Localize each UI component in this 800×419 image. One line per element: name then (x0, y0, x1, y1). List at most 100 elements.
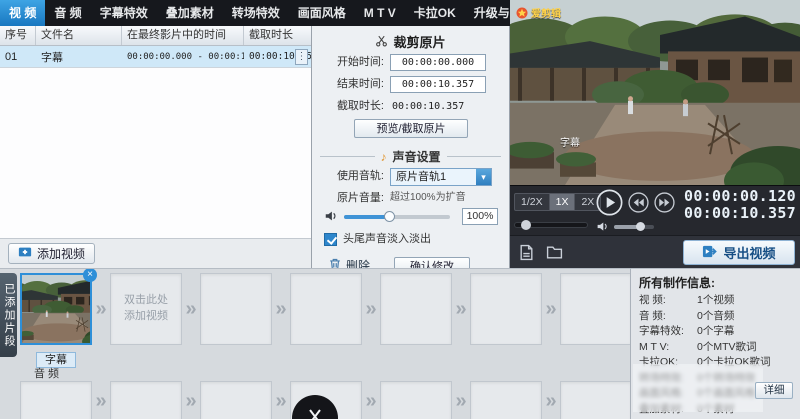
empty-clip-slot[interactable] (200, 273, 272, 345)
capture-duration-value: 00:00:10.357 (392, 101, 465, 112)
chevron-right-icon: » (95, 298, 107, 320)
empty-clip-slot[interactable] (290, 273, 362, 345)
tab-subtitle-effects[interactable]: 字幕特效 (91, 0, 157, 26)
preview-capture-button[interactable]: 预览/截取原片 (354, 119, 468, 138)
save-project-icon[interactable] (518, 244, 535, 261)
tab-picture-style[interactable]: 画面风格 (289, 0, 355, 26)
add-video-button[interactable]: 添加视频 (8, 243, 96, 264)
info-row-video: 视 频: 1个视频 (639, 294, 735, 306)
end-time-label: 结束时间: (336, 78, 384, 90)
timeline-clip-thumbnail[interactable]: × (20, 269, 97, 345)
detail-button[interactable]: 详细 (755, 382, 793, 399)
subtitle-overlay: 字幕 (560, 138, 580, 149)
fade-row: 头尾声音淡入淡出 (312, 232, 509, 250)
add-video-strip: 添加视频 (0, 238, 311, 268)
close-icon[interactable]: × (83, 269, 97, 282)
empty-clip-slot[interactable] (380, 273, 452, 345)
info-row-subtitle: 字幕特效: 0个字幕 (639, 325, 735, 337)
app-logo: 爱剪辑 (516, 5, 561, 20)
tab-mtv[interactable]: M T V (355, 0, 405, 26)
timeline-panel: 已添加片段 × » 双击此处添加视频 » » » » » 字幕 音 频 » » … (0, 268, 630, 419)
capture-duration-label: 截取时长: (336, 100, 384, 112)
player-volume-handle[interactable] (636, 222, 646, 231)
speed-half-button[interactable]: 1/2X (514, 193, 550, 211)
play-button[interactable] (596, 189, 623, 221)
volume-percent-box[interactable]: 100% (462, 208, 498, 225)
video-track: × » 双击此处添加视频 » » » » » (20, 269, 630, 345)
speed-1x-button[interactable]: 1X (549, 193, 576, 211)
empty-audio-slot[interactable] (380, 381, 452, 419)
volume-slider-fill (344, 215, 387, 219)
chevron-right-icon: » (365, 390, 377, 412)
end-time-row: 结束时间: 00:00:10.357 (312, 76, 509, 94)
export-bar: 导出视频 (510, 235, 800, 268)
audio-track-value: 原片音轨1 (391, 169, 476, 185)
header-duration: 截取时长 (249, 29, 293, 41)
fade-checkbox[interactable] (324, 233, 337, 246)
crop-title-text: 裁剪原片 (393, 35, 446, 50)
main-menu-bar: 视 频 音 频 字幕特效 叠加素材 转场特效 画面风格 M T V 卡拉OK 升… (0, 0, 534, 26)
video-frame (510, 0, 800, 185)
fast-forward-button[interactable] (654, 192, 675, 218)
tab-karaoke[interactable]: 卡拉OK (405, 0, 465, 26)
music-note-icon: ♪ (380, 149, 387, 164)
add-clip-placeholder[interactable]: 双击此处添加视频 (110, 273, 182, 345)
sound-settings-divider: ♪ 声音设置 (320, 148, 501, 165)
info-row-mtv: M T V: 0个MTV歌词 (639, 340, 757, 353)
chevron-down-icon[interactable]: ▾ (476, 169, 491, 185)
start-time-input[interactable]: 00:00:00.000 (390, 54, 486, 71)
seek-handle[interactable] (520, 220, 531, 230)
player-volume-fill (614, 225, 638, 229)
tab-video[interactable]: 视 频 (0, 0, 46, 26)
chevron-right-icon: » (455, 298, 467, 320)
volume-slider-handle[interactable] (384, 211, 396, 222)
export-video-button[interactable]: 导出视频 (683, 240, 795, 265)
empty-audio-slot[interactable] (200, 381, 272, 419)
open-project-icon[interactable] (546, 244, 563, 261)
chevron-right-icon: » (185, 390, 197, 412)
start-time-row: 开始时间: 00:00:00.000 (312, 54, 509, 72)
volume-slider-row: 100% (312, 208, 509, 226)
audio-track-row: 使用音轨: 原片音轨1 ▾ (312, 168, 509, 186)
seek-bar[interactable] (514, 220, 588, 230)
current-time: 00:00:00.120 (684, 187, 796, 205)
time-display: 00:00:00.120 00:00:10.357 (684, 188, 796, 222)
audio-track-select[interactable]: 原片音轨1 ▾ (390, 168, 492, 186)
chevron-right-icon: » (275, 298, 287, 320)
row-menu-button[interactable]: ⋮ (295, 49, 308, 65)
add-video-icon (18, 245, 32, 262)
sound-settings-title: 声音设置 (392, 150, 441, 164)
empty-clip-slot[interactable] (560, 273, 630, 345)
rewind-button[interactable] (628, 192, 649, 218)
app-logo-icon (516, 7, 528, 19)
player-bar: 1/2X 1X 2X 00:00:00.120 00:00:10.357 (510, 185, 800, 235)
chevron-right-icon: » (545, 298, 557, 320)
tab-added-clips[interactable]: 已添加片段 (0, 273, 17, 357)
audio-track-section-label: 音 频 (34, 368, 60, 380)
header-filename: 文件名 (36, 26, 122, 45)
tab-audio[interactable]: 音 频 (45, 0, 90, 26)
empty-audio-slot[interactable] (110, 381, 182, 419)
tab-overlay-material[interactable]: 叠加素材 (157, 0, 223, 26)
capture-duration-row: 截取时长: 00:00:10.357 (312, 98, 509, 116)
empty-audio-slot[interactable] (20, 381, 92, 419)
empty-audio-slot[interactable] (560, 381, 630, 419)
chevron-right-icon: » (185, 298, 197, 320)
watermark-blur-overlay (633, 364, 763, 412)
tab-transition-effects[interactable]: 转场特效 (223, 0, 289, 26)
chevron-right-icon: » (95, 390, 107, 412)
speed-buttons: 1/2X 1X 2X (514, 193, 602, 211)
volume-slider[interactable] (344, 211, 450, 222)
placeholder-text: 双击此处添加视频 (124, 294, 168, 322)
speaker-icon (324, 209, 338, 226)
empty-audio-slot[interactable] (470, 381, 542, 419)
player-volume-slider[interactable] (614, 222, 654, 231)
total-time: 00:00:10.357 (684, 204, 796, 222)
export-label: 导出视频 (723, 246, 776, 261)
info-title: 所有制作信息: (639, 276, 715, 290)
table-row[interactable]: 01 字幕 00:00:00.000 - 00:00:10.357 00:00:… (0, 46, 311, 68)
empty-clip-slot[interactable] (470, 273, 542, 345)
crop-original-panel: 裁剪原片 开始时间: 00:00:00.000 结束时间: 00:00:10.3… (312, 26, 510, 277)
chevron-right-icon: » (275, 390, 287, 412)
end-time-input[interactable]: 00:00:10.357 (390, 76, 486, 93)
